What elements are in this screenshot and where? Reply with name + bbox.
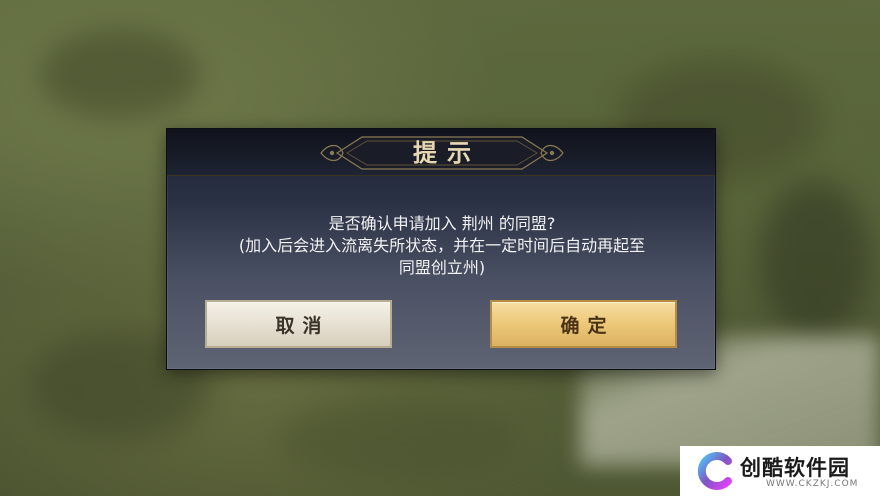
watermark-url: WWW.CKZKJ.COM xyxy=(766,479,859,489)
map-terrain-blob xyxy=(280,400,520,480)
map-terrain-blob xyxy=(760,180,870,340)
confirm-button[interactable]: 确定 xyxy=(490,300,677,348)
watermark-name: 创酷软件园 xyxy=(740,456,850,480)
message-line: 同盟创立州) xyxy=(398,258,486,277)
map-terrain-blob xyxy=(40,30,200,120)
message-line: (加入后会进入流离失所状态，并在一定时间后自动再起至 xyxy=(238,236,646,255)
c-logo-icon xyxy=(697,452,732,490)
game-map-background: 提示 是否确认申请加入 荆州 的同盟? (加入后会进入流离失所状态，并在一定时间… xyxy=(0,0,880,496)
title-plate: 提示 xyxy=(317,133,567,173)
watermark-badge: 创酷软件园 WWW.CKZKJ.COM xyxy=(680,446,880,496)
dialog-message: 是否确认申请加入 荆州 的同盟? (加入后会进入流离失所状态，并在一定时间后自动… xyxy=(187,213,697,279)
dialog-title: 提示 xyxy=(413,138,481,167)
cancel-button[interactable]: 取消 xyxy=(205,300,392,348)
confirm-dialog: 提示 是否确认申请加入 荆州 的同盟? (加入后会进入流离失所状态，并在一定时间… xyxy=(166,128,716,370)
dialog-header: 提示 xyxy=(167,129,715,176)
message-line: 是否确认申请加入 荆州 的同盟? xyxy=(328,214,556,233)
